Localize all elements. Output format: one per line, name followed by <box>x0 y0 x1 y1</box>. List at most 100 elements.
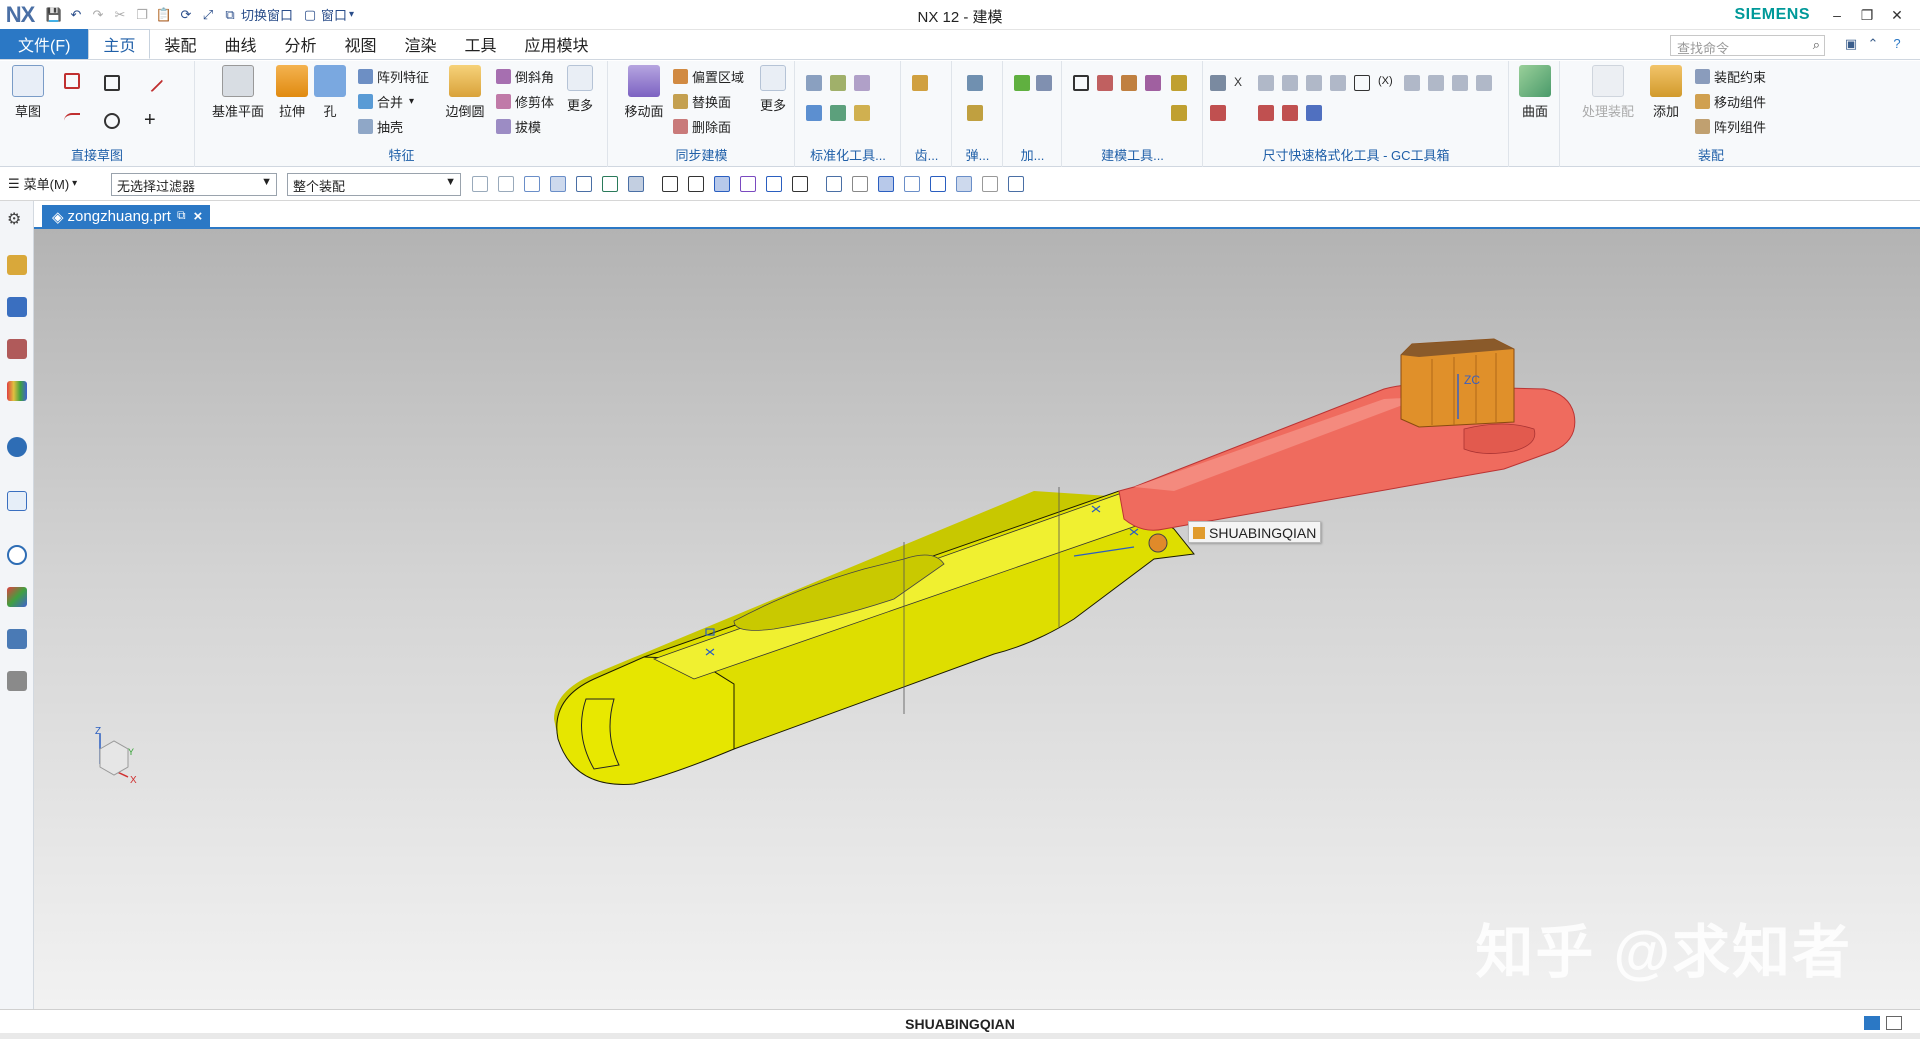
model-canvas[interactable]: ZC Z X Y <box>34 229 1920 1009</box>
sync-modeling-label[interactable]: 同步建模 <box>609 145 794 164</box>
std-tools-label[interactable]: 标准化工具... <box>796 145 900 164</box>
repeat-command-icon[interactable]: ⟳ <box>177 6 195 24</box>
hole-button[interactable]: 孔 <box>306 65 354 120</box>
snap-quadrant-icon[interactable] <box>662 176 678 192</box>
undo-icon[interactable]: ↶ <box>67 6 85 24</box>
tab-curve[interactable]: 曲线 <box>210 29 270 59</box>
document-tab[interactable]: ◈ zongzhuang.prt ⧉ × <box>42 205 211 229</box>
switch-window-button[interactable]: 切换窗口 <box>241 5 293 24</box>
add-label[interactable]: 加... <box>1004 145 1061 164</box>
wcs-icon[interactable] <box>1008 176 1024 192</box>
rectangle-icon[interactable] <box>104 75 120 91</box>
delete-face-button[interactable]: 删除面 <box>673 115 731 137</box>
status-window-icon[interactable] <box>1886 1016 1902 1030</box>
roles-icon[interactable] <box>7 671 27 691</box>
modeling-tool-6-icon[interactable] <box>1171 105 1187 121</box>
gc-x-icon[interactable]: X <box>1234 75 1250 91</box>
hd3d-tools-icon[interactable] <box>7 437 27 457</box>
process-assembly-button[interactable]: 处理装配 <box>1573 65 1643 120</box>
system-materials-icon[interactable] <box>7 587 27 607</box>
gc-toolkit-label[interactable]: 尺寸快速格式化工具 - GC工具箱 <box>1204 145 1508 164</box>
switch-window-icon[interactable]: ⧉ <box>221 6 239 24</box>
modeling-tool-4-icon[interactable] <box>1145 75 1161 91</box>
gc-tool-3-icon[interactable] <box>1258 75 1274 91</box>
snap-pole-icon[interactable] <box>766 176 782 192</box>
assembly-navigator-icon[interactable] <box>7 255 27 275</box>
status-toggle-icon[interactable] <box>1864 1016 1880 1030</box>
gc-box-x-icon[interactable] <box>1354 75 1370 91</box>
sketch-button[interactable]: 草图 <box>4 65 52 120</box>
help-icon[interactable]: ? <box>1888 36 1906 54</box>
arc-icon[interactable] <box>64 113 80 129</box>
orient-view-icon[interactable] <box>956 176 972 192</box>
edge-blend-button[interactable]: 边倒圆 <box>440 65 490 120</box>
gc-tool-16-icon[interactable] <box>1306 105 1322 121</box>
zoom-icon[interactable] <box>852 176 868 192</box>
shell-button[interactable]: 抽壳 <box>358 115 403 137</box>
datum-plane-button[interactable]: 基准平面 <box>210 65 266 120</box>
tab-analysis[interactable]: 分析 <box>270 29 330 59</box>
std-tool-4-icon[interactable] <box>806 105 822 121</box>
surface-button[interactable]: 曲面 <box>1511 65 1559 120</box>
restore-icon[interactable]: ❐ <box>1856 4 1878 26</box>
spring-icon[interactable] <box>967 75 983 91</box>
modeling-tool-3-icon[interactable] <box>1121 75 1137 91</box>
cut-icon[interactable]: ✂ <box>111 6 129 24</box>
chamfer-button[interactable]: 倒斜角 <box>496 65 554 87</box>
snap-arc-center-icon[interactable] <box>628 176 644 192</box>
replace-face-button[interactable]: 替换面 <box>673 90 731 112</box>
circle-icon[interactable] <box>104 113 120 129</box>
unite-button[interactable]: 合并 ▾ <box>358 90 414 112</box>
tab-applications[interactable]: 应用模块 <box>511 29 603 59</box>
direct-sketch-label[interactable]: 直接草图 <box>0 145 194 164</box>
snap-existing-point-icon[interactable] <box>688 176 704 192</box>
gc-tool-4-icon[interactable] <box>1282 75 1298 91</box>
gc-tool-5-icon[interactable] <box>1306 75 1322 91</box>
modeling-tool-5-icon[interactable] <box>1171 75 1187 91</box>
layer-icon[interactable] <box>982 176 998 192</box>
tab-home[interactable]: 主页 <box>88 29 151 59</box>
sync-more-button[interactable]: 更多 <box>753 65 793 114</box>
settings-icon[interactable]: ⚙ <box>7 209 27 229</box>
graphics-viewport[interactable]: ZC Z X Y SHUABINGQIAN 知乎 @求知者 <box>34 229 1920 1009</box>
gc-tool-11-icon[interactable] <box>1452 75 1468 91</box>
std-tool-1-icon[interactable] <box>806 75 822 91</box>
window-menu-chevron-icon[interactable]: ▾ <box>349 9 354 20</box>
general-selection-icon[interactable] <box>472 176 488 192</box>
snap-on-curve-icon[interactable] <box>714 176 730 192</box>
gc-paren-x-icon[interactable]: (X) <box>1378 75 1394 91</box>
process-studio-icon[interactable] <box>7 629 27 649</box>
gear-icon[interactable] <box>912 75 928 91</box>
reuse-library-icon[interactable] <box>7 381 27 401</box>
snap-intersection-icon[interactable] <box>602 176 618 192</box>
std-tool-5-icon[interactable] <box>830 105 846 121</box>
profile-icon[interactable] <box>64 73 80 89</box>
part-navigator-icon[interactable] <box>7 339 27 359</box>
tab-assembly[interactable]: 装配 <box>150 29 210 59</box>
selection-scope-dropdown[interactable]: 整个装配 ▼ <box>287 173 461 196</box>
fit-view-icon[interactable] <box>826 176 842 192</box>
unite-chevron-icon[interactable]: ▾ <box>409 96 414 107</box>
pattern-component-button[interactable]: 阵列组件 <box>1695 115 1766 137</box>
search-icon[interactable]: ⌕ <box>1813 37 1820 53</box>
copy-icon[interactable]: ❐ <box>133 6 151 24</box>
pattern-feature-button[interactable]: 阵列特征 <box>358 65 429 87</box>
touch-mode-icon[interactable]: ⤢ <box>199 6 217 24</box>
select-all-icon[interactable] <box>498 176 514 192</box>
close-icon[interactable]: ✕ <box>1886 4 1908 26</box>
add-component-button[interactable]: 添加 <box>1645 65 1687 120</box>
tab-render[interactable]: 渲染 <box>391 29 451 59</box>
move-face-button[interactable]: 移动面 <box>619 65 669 120</box>
add-tool-2-icon[interactable] <box>1036 75 1052 91</box>
trim-body-button[interactable]: 修剪体 <box>496 90 554 112</box>
triangle-tool-icon[interactable] <box>1073 75 1089 91</box>
gear-label[interactable]: 齿... <box>902 145 951 164</box>
assembly-constraint-button[interactable]: 装配约束 <box>1695 65 1766 87</box>
snap-control-icon[interactable] <box>576 176 592 192</box>
gc-tool-9-icon[interactable] <box>1404 75 1420 91</box>
toothbrush-bristles[interactable]: ZC <box>1400 338 1515 428</box>
line-icon[interactable] <box>140 69 164 93</box>
web-browser-icon[interactable] <box>7 491 27 511</box>
save-icon[interactable]: 💾 <box>45 6 63 24</box>
draft-button[interactable]: 拔模 <box>496 115 541 137</box>
